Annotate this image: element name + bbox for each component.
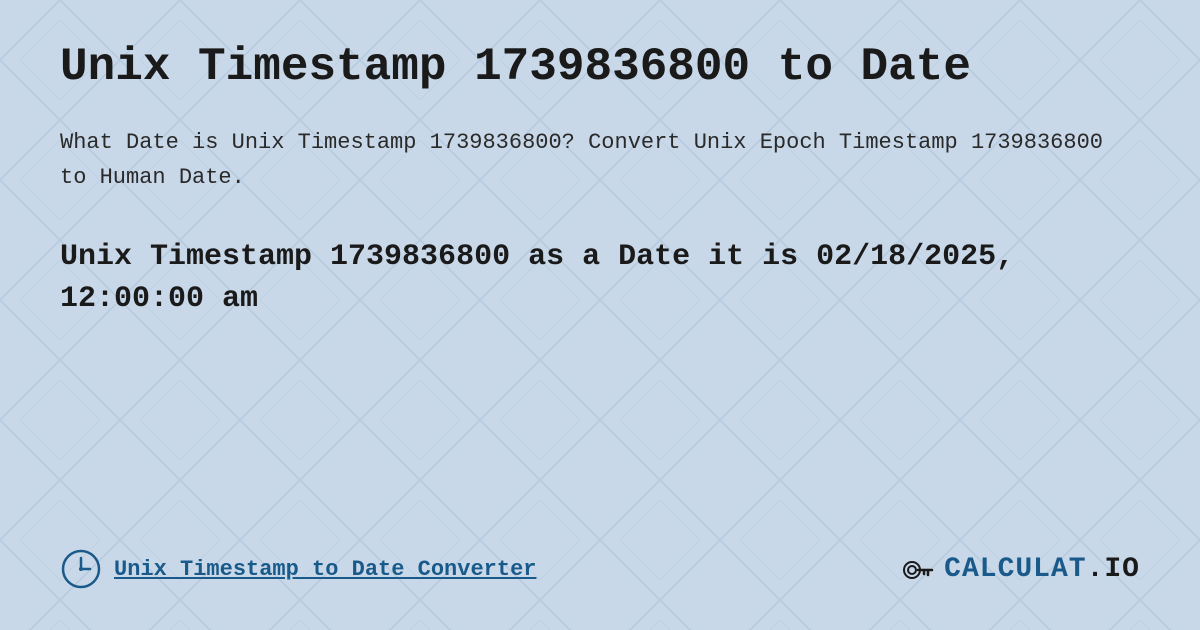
logo-icon [900,550,938,588]
footer: Unix Timestamp to Date Converter CALCULA… [60,548,1140,590]
description-text: What Date is Unix Timestamp 1739836800? … [60,125,1140,195]
logo-text: CALCULAT.IO [944,554,1140,585]
footer-left: Unix Timestamp to Date Converter [60,548,536,590]
clock-icon [60,548,102,590]
page-title: Unix Timestamp 1739836800 to Date [60,40,1140,95]
result-text: Unix Timestamp 1739836800 as a Date it i… [60,236,1140,320]
logo-wrapper: CALCULAT.IO [900,550,1140,588]
footer-link-label[interactable]: Unix Timestamp to Date Converter [114,557,536,582]
logo-text-highlight: CALCULAT [944,554,1086,585]
result-section: Unix Timestamp 1739836800 as a Date it i… [60,236,1140,320]
